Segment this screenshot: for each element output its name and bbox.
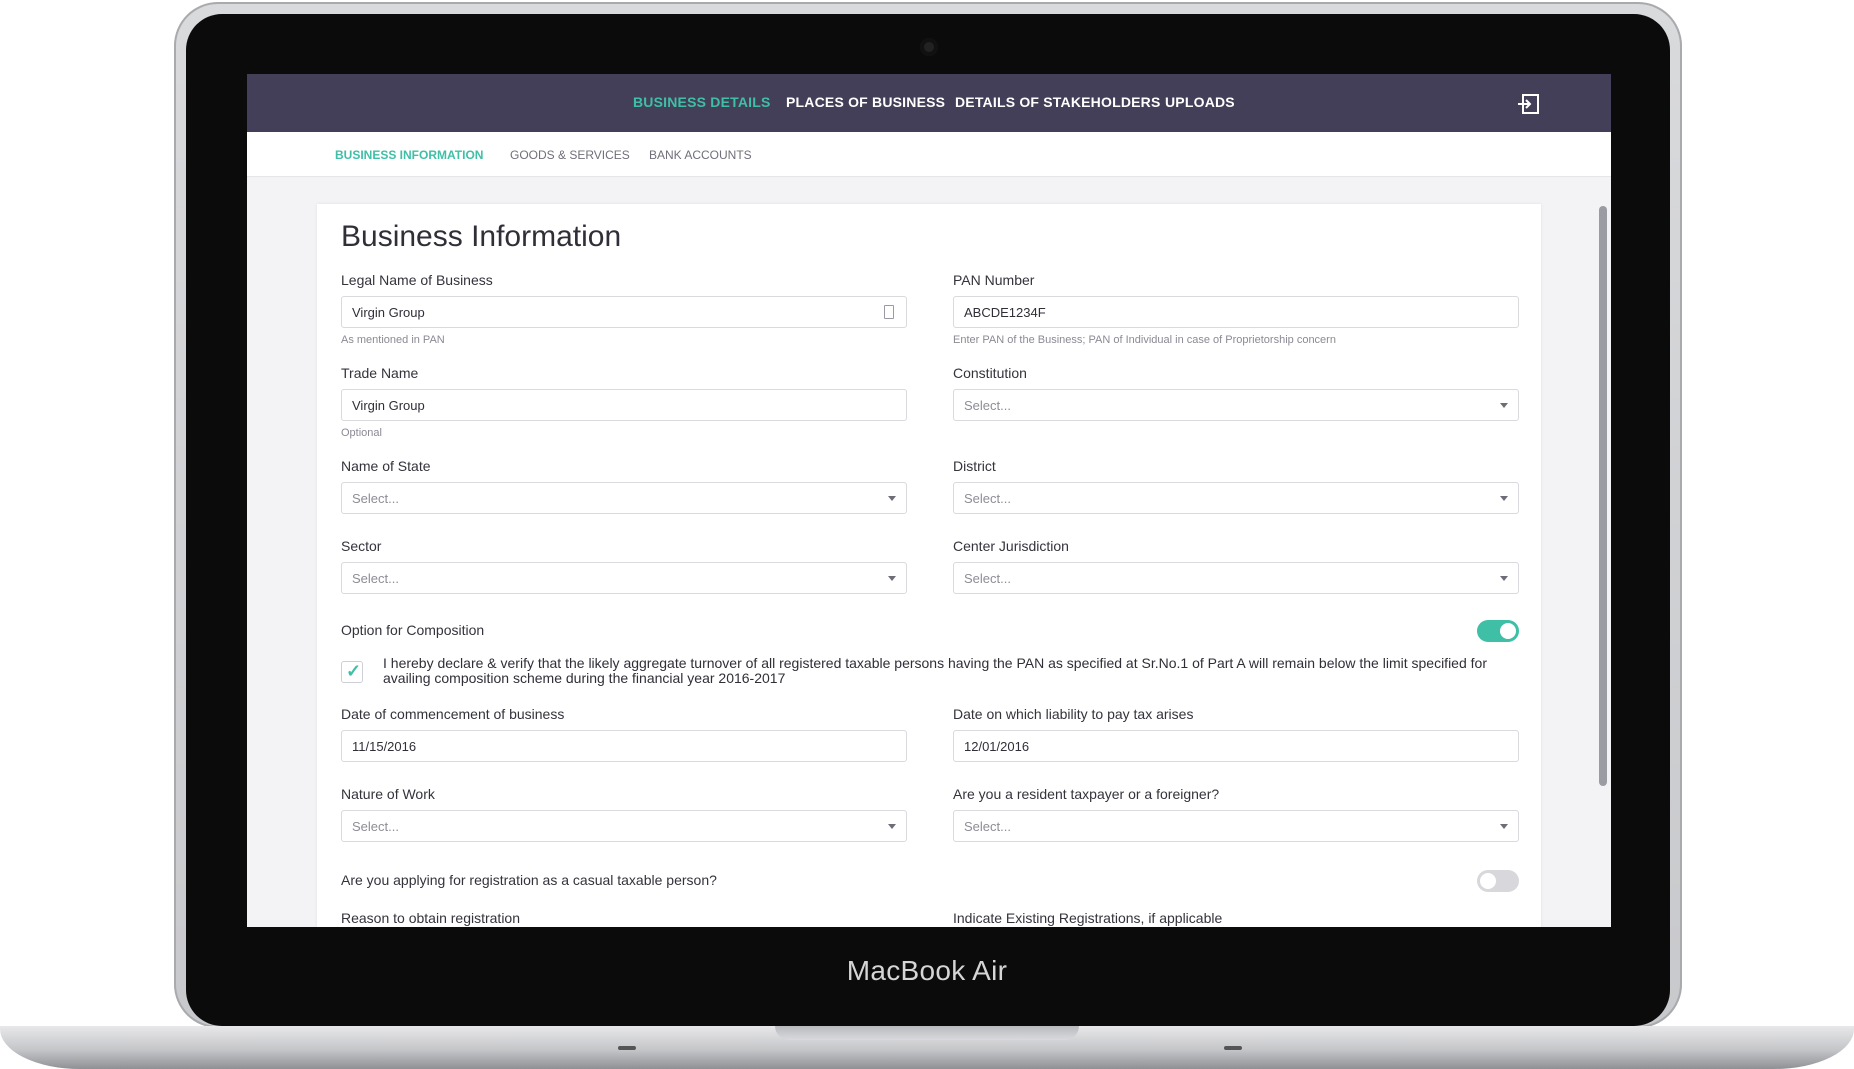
legal-name-input[interactable]: Virgin Group: [341, 296, 907, 328]
toggle-knob: [1480, 873, 1496, 889]
liability-date-value: 12/01/2016: [964, 739, 1030, 754]
trade-name-value: Virgin Group: [352, 398, 425, 413]
logout-icon[interactable]: [1518, 94, 1540, 114]
district-label: District: [953, 458, 996, 474]
vertical-scrollbar[interactable]: [1599, 206, 1607, 786]
constitution-select[interactable]: Select...: [953, 389, 1519, 421]
contact-card-icon: [884, 305, 894, 319]
liability-date-label: Date on which liability to pay tax arise…: [953, 706, 1194, 722]
center-jurisdiction-placeholder: Select...: [964, 571, 1011, 586]
chevron-down-icon: [888, 496, 896, 501]
commencement-date-value: 11/15/2016: [352, 739, 417, 754]
legal-name-label: Legal Name of Business: [341, 272, 493, 288]
business-information-card: Business Information Legal Name of Busin…: [317, 204, 1541, 927]
reason-label: Reason to obtain registration: [341, 910, 520, 926]
resident-select[interactable]: Select...: [953, 810, 1519, 842]
tab-goods-services[interactable]: GOODS & SERVICES: [510, 148, 630, 162]
commencement-date-label: Date of commencement of business: [341, 706, 565, 722]
composition-label: Option for Composition: [341, 622, 485, 638]
sector-placeholder: Select...: [352, 571, 399, 586]
chevron-down-icon: [1500, 824, 1508, 829]
chevron-down-icon: [888, 576, 896, 581]
top-navigation: BUSINESS DETAILS PLACES OF BUSINESS DETA…: [247, 74, 1611, 132]
toggle-knob: [1500, 623, 1516, 639]
sub-navigation: BUSINESS INFORMATION GOODS & SERVICES BA…: [247, 132, 1611, 177]
legal-name-value: Virgin Group: [352, 305, 425, 320]
nature-of-work-label: Nature of Work: [341, 786, 435, 802]
constitution-placeholder: Select...: [964, 398, 1011, 413]
center-jurisdiction-select[interactable]: Select...: [953, 562, 1519, 594]
chevron-down-icon: [888, 824, 896, 829]
constitution-label: Constitution: [953, 365, 1027, 381]
pan-value: ABCDE1234F: [964, 305, 1046, 320]
device-brand-label: MacBook Air: [846, 955, 1008, 986]
pan-hint: Enter PAN of the Business; PAN of Indivi…: [953, 334, 1336, 346]
tab-business-information[interactable]: BUSINESS INFORMATION: [335, 148, 483, 162]
chevron-down-icon: [1500, 576, 1508, 581]
district-placeholder: Select...: [964, 491, 1011, 506]
app-screen: BUSINESS DETAILS PLACES OF BUSINESS DETA…: [247, 74, 1611, 927]
trade-name-hint: Optional: [341, 427, 382, 439]
legal-name-hint: As mentioned in PAN: [341, 334, 445, 346]
declaration-text: I hereby declare & verify that the likel…: [383, 655, 1487, 686]
composition-toggle[interactable]: [1477, 620, 1519, 642]
laptop-foot: [618, 1046, 636, 1050]
state-select[interactable]: Select...: [341, 482, 907, 514]
tab-bank-accounts[interactable]: BANK ACCOUNTS: [649, 148, 752, 162]
nature-of-work-select[interactable]: Select...: [341, 810, 907, 842]
nav-uploads[interactable]: UPLOADS: [1165, 94, 1235, 110]
district-select[interactable]: Select...: [953, 482, 1519, 514]
nav-business-details[interactable]: BUSINESS DETAILS: [633, 94, 771, 110]
pan-label: PAN Number: [953, 272, 1035, 288]
laptop-foot: [1224, 1046, 1242, 1050]
camera-icon: [920, 38, 938, 56]
trade-name-label: Trade Name: [341, 365, 419, 381]
checkmark-icon: ✓: [346, 661, 362, 681]
resident-label: Are you a resident taxpayer or a foreign…: [953, 786, 1220, 802]
liability-date-input[interactable]: 12/01/2016: [953, 730, 1519, 762]
chevron-down-icon: [1500, 403, 1508, 408]
commencement-date-input[interactable]: 11/15/2016: [341, 730, 907, 762]
nature-of-work-placeholder: Select...: [352, 819, 399, 834]
existing-registrations-label: Indicate Existing Registrations, if appl…: [953, 910, 1223, 926]
state-label: Name of State: [341, 458, 431, 474]
page-title: Business Information: [341, 220, 622, 253]
nav-places-of-business[interactable]: PLACES OF BUSINESS: [786, 94, 945, 110]
sector-label: Sector: [341, 538, 382, 554]
trade-name-input[interactable]: Virgin Group: [341, 389, 907, 421]
pan-input[interactable]: ABCDE1234F: [953, 296, 1519, 328]
nav-details-of-stakeholders[interactable]: DETAILS OF STAKEHOLDERS: [955, 94, 1161, 110]
laptop-hinge-notch: [775, 1026, 1079, 1040]
sector-select[interactable]: Select...: [341, 562, 907, 594]
chevron-down-icon: [1500, 496, 1508, 501]
state-placeholder: Select...: [352, 491, 399, 506]
resident-placeholder: Select...: [964, 819, 1011, 834]
declaration-checkbox[interactable]: ✓: [341, 661, 363, 683]
casual-taxable-toggle[interactable]: [1477, 870, 1519, 892]
center-jurisdiction-label: Center Jurisdiction: [953, 538, 1069, 554]
casual-taxable-label: Are you applying for registration as a c…: [341, 872, 717, 888]
